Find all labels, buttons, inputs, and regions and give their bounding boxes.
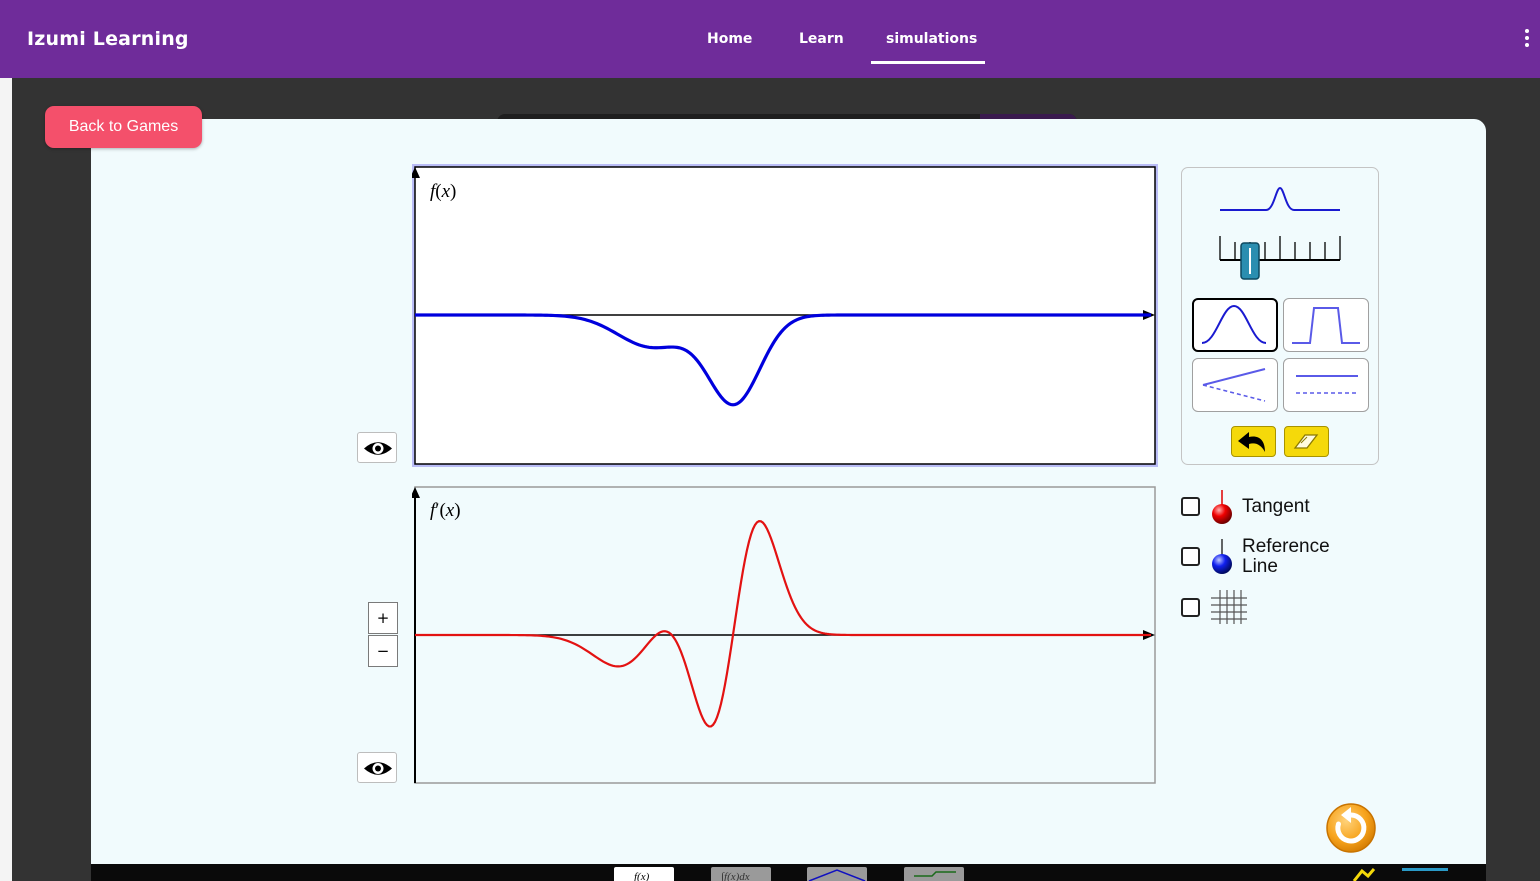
zoom-in-button[interactable]: +: [368, 602, 398, 634]
bottom-tab-integral-label: ∫f(x)dx: [720, 871, 750, 881]
tangent-label: Tangent: [1242, 496, 1310, 517]
reference-line-checkbox[interactable]: [1181, 547, 1200, 566]
bottom-tab-triangle[interactable]: [807, 867, 867, 881]
square-pulse-button[interactable]: [1283, 298, 1369, 352]
toggle-derivative-visibility-button[interactable]: [357, 752, 397, 783]
red-ball-icon: [1212, 490, 1232, 524]
tangent-checkbox[interactable]: [1181, 497, 1200, 516]
bottom-navigation-bar: [91, 864, 1486, 881]
reset-button[interactable]: [1325, 802, 1377, 854]
eye-icon: [364, 442, 392, 455]
grid-checkbox[interactable]: [1181, 598, 1200, 617]
sloped-line-icon: [1202, 368, 1266, 402]
bottom-tab-function[interactable]: f(x): [614, 867, 674, 881]
zoom-out-button[interactable]: −: [368, 635, 398, 667]
shape-control-panel: [1181, 167, 1379, 465]
eye-icon: [364, 762, 392, 775]
eraser-icon: [1293, 434, 1319, 449]
nav-link-simulations[interactable]: simulations: [886, 31, 977, 47]
eraser-button[interactable]: [1284, 426, 1329, 457]
flat-line-icon: [1296, 375, 1358, 394]
reference-line-label: Reference Line: [1242, 537, 1330, 577]
left-edge-strip: [0, 78, 12, 881]
gaussian-shape-button[interactable]: [1192, 298, 1278, 352]
svg-text:∫f(x)dx: ∫f(x)dx: [720, 871, 750, 881]
sloped-line-button[interactable]: [1192, 358, 1278, 412]
nav-link-learn[interactable]: Learn: [799, 31, 844, 47]
active-nav-indicator: [871, 61, 985, 64]
triangle-wave-icon: [808, 869, 866, 881]
flat-line-button[interactable]: [1283, 358, 1369, 412]
blue-ball-icon: [1212, 539, 1232, 574]
undo-button[interactable]: [1231, 426, 1276, 457]
kebab-vertical-icon[interactable]: [1522, 29, 1532, 49]
undo-arrow-icon: [1238, 432, 1265, 452]
square-pulse-icon: [1292, 307, 1360, 344]
nav-link-home[interactable]: Home: [707, 31, 752, 47]
publisher-logo-icon: [1352, 868, 1448, 881]
width-slider[interactable]: [1218, 228, 1342, 282]
gaussian-preview-icon: [1220, 186, 1340, 211]
bottom-tab-integral[interactable]: ∫f(x)dx: [711, 867, 771, 881]
step-curve-icon: [914, 871, 956, 877]
y-axis-label: f(x): [430, 181, 456, 202]
derivative-graph[interactable]: f′(x): [412, 486, 1158, 786]
reference-line-label-line1: Reference: [1242, 536, 1330, 557]
bottom-tab-function-label: f(x): [634, 871, 650, 881]
bell-curve-icon: [1201, 304, 1267, 344]
top-navbar: Izumi Learning Home Learn simulations: [0, 0, 1540, 78]
y-axis-label: f′(x): [430, 500, 461, 521]
grid-icon: [1211, 590, 1247, 624]
back-to-games-button[interactable]: Back to Games: [45, 106, 202, 148]
function-graph[interactable]: f(x): [412, 164, 1158, 467]
reference-line-label-line2: Line: [1242, 556, 1278, 577]
svg-text:f(x): f(x): [634, 871, 650, 881]
brand-title[interactable]: Izumi Learning: [27, 28, 189, 50]
toggle-function-visibility-button[interactable]: [357, 432, 397, 463]
bottom-tab-step[interactable]: [904, 867, 964, 881]
